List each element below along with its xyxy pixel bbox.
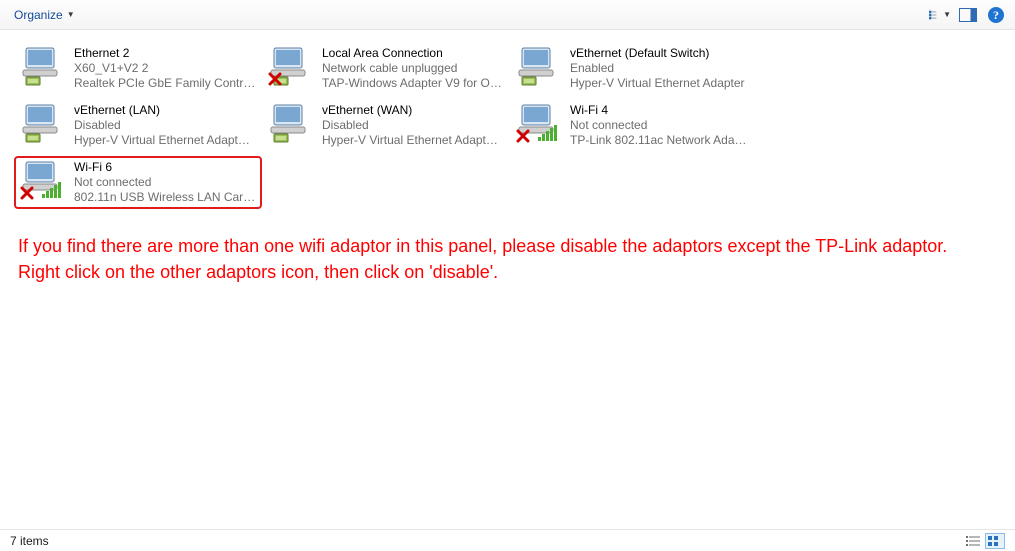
adapter-status: X60_V1+V2 2 (74, 61, 256, 76)
help-button[interactable]: ? (985, 4, 1007, 26)
toolbar-left: Organize ▼ (8, 5, 81, 25)
dropdown-arrow-icon: ▼ (67, 10, 75, 19)
adapter-description: 802.11n USB Wireless LAN Card #2 (74, 190, 256, 205)
toolbar-right: ▼ ? (929, 4, 1007, 26)
adapter-texts: Local Area ConnectionNetwork cable unplu… (322, 46, 504, 91)
adapter-status: Not connected (74, 175, 256, 190)
adapters-panel: Ethernet 2X60_V1+V2 2Realtek PCIe GbE Fa… (0, 30, 1015, 221)
adapter-name: vEthernet (WAN) (322, 103, 504, 118)
preview-pane-button[interactable] (957, 4, 979, 26)
ethernet-adapter-icon (268, 46, 316, 86)
chevron-down-icon: ▼ (943, 10, 951, 19)
adapter-texts: Wi-Fi 6Not connected802.11n USB Wireless… (74, 160, 256, 205)
adapter-name: Local Area Connection (322, 46, 504, 61)
adapter-item[interactable]: vEthernet (LAN)DisabledHyper-V Virtual E… (14, 99, 262, 152)
ethernet-adapter-icon (20, 103, 68, 143)
details-view-button[interactable] (963, 533, 983, 549)
adapter-item[interactable]: Ethernet 2X60_V1+V2 2Realtek PCIe GbE Fa… (14, 42, 262, 95)
adapter-description: Hyper-V Virtual Ethernet Adapter .. (74, 133, 256, 148)
adapter-texts: vEthernet (Default Switch)EnabledHyper-V… (570, 46, 745, 91)
adapter-description: Hyper-V Virtual Ethernet Adapter (570, 76, 745, 91)
statusbar: 7 items (0, 529, 1015, 551)
adapter-description: Hyper-V Virtual Ethernet Adapter .. (322, 133, 504, 148)
toolbar: Organize ▼ ▼ ? (0, 0, 1015, 30)
organize-label: Organize (14, 8, 63, 22)
adapter-texts: Wi-Fi 4Not connectedTP-Link 802.11ac Net… (570, 103, 752, 148)
adapter-name: Wi-Fi 4 (570, 103, 752, 118)
adapter-status: Network cable unplugged (322, 61, 504, 76)
annotation-overlay: If you find there are more than one wifi… (0, 221, 970, 297)
adapter-texts: Ethernet 2X60_V1+V2 2Realtek PCIe GbE Fa… (74, 46, 256, 91)
adapter-item[interactable]: Wi-Fi 6Not connected802.11n USB Wireless… (14, 156, 262, 209)
adapter-description: TP-Link 802.11ac Network Adapter (570, 133, 752, 148)
wifi-adapter-icon (516, 103, 564, 143)
adapter-texts: vEthernet (LAN)DisabledHyper-V Virtual E… (74, 103, 256, 148)
wifi-adapter-icon (20, 160, 68, 200)
adapter-name: vEthernet (LAN) (74, 103, 256, 118)
annotation-line-1: If you find there are more than one wifi… (18, 233, 952, 259)
ethernet-adapter-icon (516, 46, 564, 86)
adapter-name: vEthernet (Default Switch) (570, 46, 745, 61)
adapter-status: Enabled (570, 61, 745, 76)
adapter-status: Disabled (322, 118, 504, 133)
adapter-item[interactable]: Local Area ConnectionNetwork cable unplu… (262, 42, 510, 95)
item-count: 7 items (10, 534, 49, 548)
adapter-item[interactable]: vEthernet (Default Switch)EnabledHyper-V… (510, 42, 758, 95)
adapter-name: Ethernet 2 (74, 46, 256, 61)
ethernet-adapter-icon (268, 103, 316, 143)
view-options-button[interactable]: ▼ (929, 4, 951, 26)
adapter-texts: vEthernet (WAN)DisabledHyper-V Virtual E… (322, 103, 504, 148)
adapter-status: Not connected (570, 118, 752, 133)
adapter-item[interactable]: Wi-Fi 4Not connectedTP-Link 802.11ac Net… (510, 99, 758, 152)
adapter-description: Realtek PCIe GbE Family Controll... (74, 76, 256, 91)
annotation-line-2: Right click on the other adaptors icon, … (18, 259, 952, 285)
organize-button[interactable]: Organize ▼ (8, 5, 81, 25)
adapter-item[interactable]: vEthernet (WAN)DisabledHyper-V Virtual E… (262, 99, 510, 152)
adapter-name: Wi-Fi 6 (74, 160, 256, 175)
ethernet-adapter-icon (20, 46, 68, 86)
adapter-status: Disabled (74, 118, 256, 133)
tiles-view-button[interactable] (985, 533, 1005, 549)
svg-text:?: ? (993, 8, 999, 22)
statusbar-views (963, 533, 1005, 549)
adapter-description: TAP-Windows Adapter V9 for Op... (322, 76, 504, 91)
